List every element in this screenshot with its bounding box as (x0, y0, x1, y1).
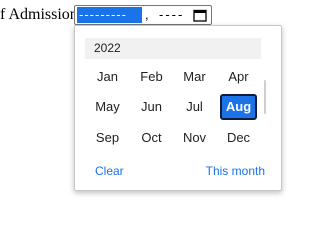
month-jul[interactable]: Jul (176, 94, 213, 120)
clear-button[interactable]: Clear (95, 164, 124, 178)
month-segment[interactable]: --------- (77, 7, 142, 23)
month-oct[interactable]: Oct (133, 125, 170, 151)
month-jan[interactable]: Jan (89, 64, 126, 90)
month-feb[interactable]: Feb (133, 64, 170, 90)
admission-date-label: f Admission: (0, 6, 83, 23)
month-sep[interactable]: Sep (89, 125, 126, 151)
month-jun[interactable]: Jun (133, 94, 170, 120)
month-aug-selected[interactable]: Aug (220, 94, 257, 120)
month-mar[interactable]: Mar (176, 64, 213, 90)
month-apr[interactable]: Apr (220, 64, 257, 90)
admission-date-input[interactable]: --------- , ---- (74, 5, 212, 25)
this-month-button[interactable]: This month (206, 164, 265, 178)
month-may[interactable]: May (89, 94, 126, 120)
month-picker-popup: 2022 Jan Feb Mar Apr May Jun Jul Aug Sep… (74, 25, 282, 191)
month-dec[interactable]: Dec (220, 125, 257, 151)
date-separator: , (145, 7, 149, 22)
year-segment[interactable]: ---- (159, 7, 184, 23)
month-nov[interactable]: Nov (176, 125, 213, 151)
calendar-icon[interactable] (193, 9, 207, 22)
year-header[interactable]: 2022 (85, 38, 261, 59)
picker-scrollbar[interactable] (264, 80, 266, 114)
